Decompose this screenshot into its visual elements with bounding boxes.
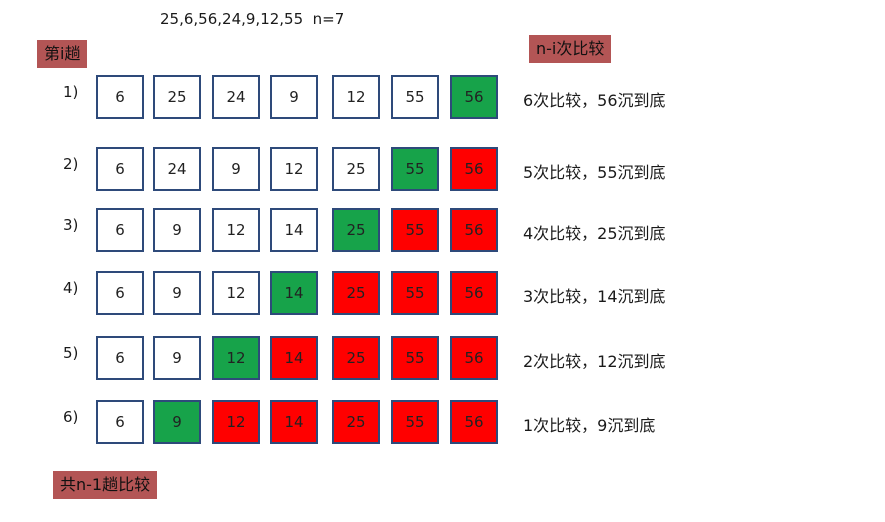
- pass-tag: 第i趟: [37, 40, 88, 68]
- array-cell: 12: [212, 336, 260, 380]
- array-cell: 56: [450, 75, 498, 119]
- array-cell: 9: [153, 336, 201, 380]
- input-sequence-header: 25,6,56,24,9,12,55 n=7: [160, 10, 345, 28]
- array-cell: 9: [153, 400, 201, 444]
- array-cell: 25: [332, 208, 380, 252]
- pass-description: 1次比较，9沉到底: [523, 416, 656, 435]
- array-cell: 25: [332, 271, 380, 315]
- pass-label: 6): [63, 408, 79, 426]
- pass-description: 5次比较，55沉到底: [523, 163, 666, 182]
- array-cell: 12: [212, 271, 260, 315]
- array-cell: 12: [332, 75, 380, 119]
- pass-label: 3): [63, 216, 79, 234]
- array-cell: 55: [391, 75, 439, 119]
- array-cell: 55: [391, 147, 439, 191]
- array-cell: 25: [153, 75, 201, 119]
- pass-label: 5): [63, 344, 79, 362]
- array-cell: 25: [332, 336, 380, 380]
- pass-description: 3次比较，14沉到底: [523, 287, 666, 306]
- array-cell: 14: [270, 400, 318, 444]
- array-cell: 24: [153, 147, 201, 191]
- pass-label: 2): [63, 155, 79, 173]
- array-cell: 55: [391, 208, 439, 252]
- array-cell: 6: [96, 147, 144, 191]
- array-cell: 9: [153, 208, 201, 252]
- array-cell: 6: [96, 336, 144, 380]
- array-cell: 9: [212, 147, 260, 191]
- array-cell: 25: [332, 147, 380, 191]
- array-cell: 56: [450, 147, 498, 191]
- pass-description: 6次比较，56沉到底: [523, 91, 666, 110]
- array-cell: 12: [212, 400, 260, 444]
- array-cell: 56: [450, 336, 498, 380]
- array-cell: 14: [270, 208, 318, 252]
- pass-label: 1): [63, 83, 79, 101]
- array-cell: 56: [450, 400, 498, 444]
- array-cell: 25: [332, 400, 380, 444]
- array-cell: 6: [96, 75, 144, 119]
- compare-count-tag: n-i次比较: [529, 35, 612, 63]
- array-cell: 12: [212, 208, 260, 252]
- array-cell: 56: [450, 271, 498, 315]
- array-cell: 9: [270, 75, 318, 119]
- pass-description: 4次比较，25沉到底: [523, 224, 666, 243]
- total-passes-tag: 共n-1趟比较: [53, 471, 158, 499]
- array-cell: 55: [391, 400, 439, 444]
- array-cell: 6: [96, 400, 144, 444]
- pass-label: 4): [63, 279, 79, 297]
- array-cell: 24: [212, 75, 260, 119]
- array-cell: 56: [450, 208, 498, 252]
- array-cell: 9: [153, 271, 201, 315]
- array-cell: 55: [391, 271, 439, 315]
- pass-description: 2次比较，12沉到底: [523, 352, 666, 371]
- array-cell: 55: [391, 336, 439, 380]
- array-cell: 6: [96, 271, 144, 315]
- array-cell: 14: [270, 271, 318, 315]
- array-cell: 14: [270, 336, 318, 380]
- array-cell: 12: [270, 147, 318, 191]
- array-cell: 6: [96, 208, 144, 252]
